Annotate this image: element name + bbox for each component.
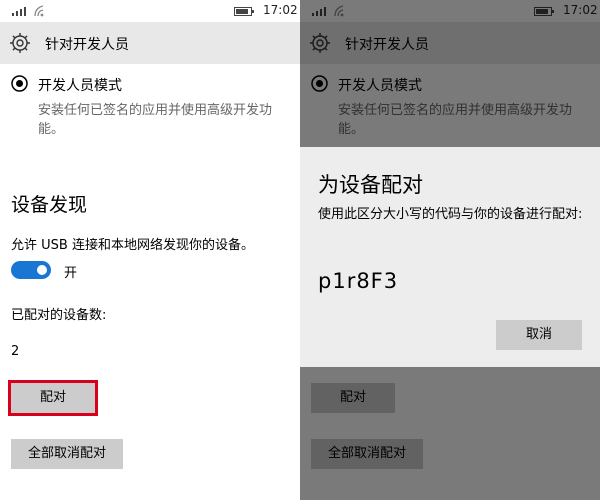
toggle-state-label: 开 — [64, 266, 78, 281]
pair-dialog: 为设备配对 使用此区分大小写的代码与你的设备进行配对: p1r8F3 取消 — [300, 147, 600, 367]
developer-mode-description: 安装任何已签名的应用并使用高级开发功能。 — [38, 103, 273, 137]
signal-icon — [12, 7, 32, 16]
device-discovery-toggle[interactable] — [11, 261, 51, 279]
radio-selected-icon[interactable] — [11, 75, 28, 92]
paired-count-value: 2 — [11, 344, 20, 359]
status-time: 17:02 — [263, 3, 298, 17]
developer-mode-option[interactable]: 开发人员模式 — [38, 75, 122, 95]
page-title: 针对开发人员 — [45, 37, 129, 53]
cancel-button[interactable]: 取消 — [496, 320, 582, 350]
settings-screen: 17:02 针对开发人员 开发人员模式 安装任何已签名的应用并使用高级开发功能。… — [0, 0, 300, 500]
wifi-icon — [34, 5, 44, 17]
device-discovery-description: 允许 USB 连接和本地网络发现你的设备。 — [11, 238, 254, 253]
pairing-screen: 17:02 针对开发人员 开发人员模式 安装任何已签名的应用并使用高级开发功能。… — [300, 0, 600, 500]
pairing-code: p1r8F3 — [318, 269, 399, 293]
dialog-title: 为设备配对 — [318, 173, 423, 197]
unpair-all-button[interactable]: 全部取消配对 — [11, 439, 123, 469]
paired-count-label: 已配对的设备数: — [11, 308, 107, 323]
battery-icon — [234, 7, 254, 16]
pair-button[interactable]: 配对 — [8, 380, 98, 416]
page-header: 针对开发人员 — [0, 22, 300, 64]
status-bar: 17:02 — [0, 0, 300, 22]
gear-icon — [10, 33, 30, 53]
device-discovery-heading: 设备发现 — [11, 194, 88, 216]
dialog-description: 使用此区分大小写的代码与你的设备进行配对: — [318, 207, 583, 222]
